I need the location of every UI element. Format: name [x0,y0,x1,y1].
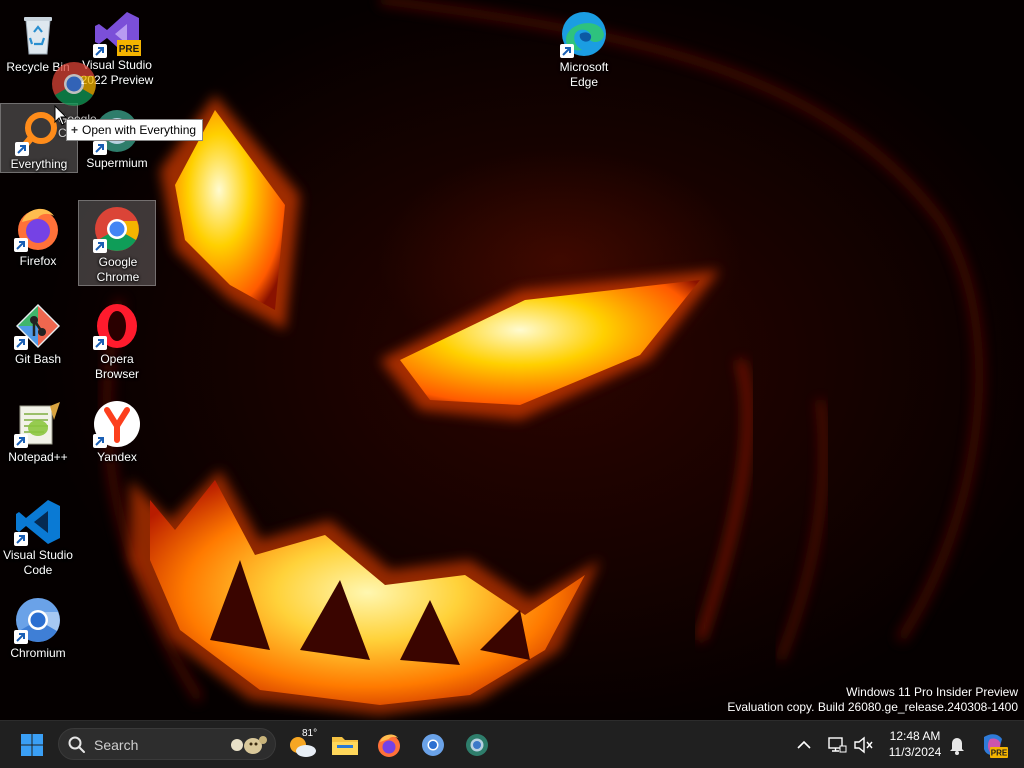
clock-time: 12:48 AM [889,729,941,743]
shortcut-arrow-icon [14,434,28,448]
shortcut-arrow-icon [15,142,29,156]
notepad-plus-plus-label: Notepad++ [8,450,68,464]
shortcut-arrow-icon [14,336,28,350]
shortcut-arrow-icon [93,141,107,155]
taskbar-search-box[interactable]: Search [58,728,276,760]
yandex-icon-cell[interactable]: Yandex [79,396,155,480]
right-eye [380,270,720,420]
search-highlight-halloween-icon [231,736,267,754]
supermium-icon [466,734,488,756]
pumpkin-mouth [130,470,600,715]
yandex-label: Yandex [97,450,137,464]
chromium-icon-cell[interactable]: Chromium [0,592,76,676]
search-icon [68,736,85,753]
shortcut-arrow-icon [93,239,107,253]
shortcut-arrow-icon [93,434,107,448]
visual-studio-code-label: Visual Studio Code [3,548,73,577]
taskbar-file-explorer[interactable] [327,727,363,763]
copilot-icon: PRE [984,734,1008,758]
taskbar-clock[interactable]: 12:48 AM 11/3/2024 [878,728,952,760]
shortcut-arrow-icon [14,532,28,546]
opera-browser-icon-cell[interactable]: Opera Browser [79,298,155,382]
opera-browser-label: Opera Browser [94,352,139,381]
firefox-label: Firefox [19,254,57,268]
weather-temperature: 81° [302,728,318,739]
tooltip-text: Open with Everything [82,123,197,137]
git-bash-icon-cell[interactable]: Git Bash [0,298,76,382]
watermark-line-2: Evaluation copy. Build 26080.ge_release.… [727,700,1018,714]
weather-widget-button[interactable]: 81° [284,727,320,763]
windows-logo-icon [21,734,43,756]
chevron-up-icon [797,740,811,749]
tooltip-plus-icon: + [71,123,79,137]
taskbar-supermium[interactable] [459,727,495,763]
notepad-plus-plus-icon-cell[interactable]: Notepad++ [0,396,76,480]
show-hidden-icons-button[interactable] [788,727,820,763]
taskbar-chromium[interactable] [415,727,451,763]
shortcut-arrow-icon [14,630,28,644]
drag-action-tooltip: + Open with Everything [66,119,204,141]
chromium-label: Chromium [10,646,66,660]
bell-icon [950,738,964,755]
microsoft-edge-label: Microsoft Edge [559,60,609,89]
start-button[interactable] [14,727,50,763]
file-explorer-folder-icon [332,737,358,755]
supermium-label: Supermium [86,156,148,170]
chromium-icon [422,734,444,756]
copilot-pre-badge: PRE [991,749,1008,758]
shortcut-arrow-icon [93,44,107,58]
windows-evaluation-watermark: Windows 11 Pro Insider Preview Evaluatio… [727,685,1018,715]
recycle-bin-icon [24,17,52,55]
everything-label: Everything [10,157,68,171]
watermark-line-1: Windows 11 Pro Insider Preview [846,685,1018,699]
google-chrome-label: Google Chrome [96,255,140,284]
shortcut-arrow-icon [14,238,28,252]
taskbar: Search 81° 12:48 AM 11/3/2024 PRE [0,720,1024,768]
firefox-icon-cell[interactable]: Firefox [0,200,76,284]
network-status-button[interactable] [822,727,850,763]
chrome-icon [52,62,96,106]
volume-button[interactable] [850,727,876,763]
visual-studio-code-icon-cell[interactable]: Visual Studio Code [0,494,76,578]
shortcut-arrow-icon [93,336,107,350]
copilot-button[interactable]: PRE [976,727,1010,763]
vs-pre-badge: PRE [119,44,140,55]
shortcut-arrow-icon [560,44,574,58]
search-placeholder: Search [94,737,139,753]
notifications-button[interactable] [946,727,968,763]
firefox-icon [378,734,400,757]
network-ethernet-icon [828,737,847,753]
git-bash-label: Git Bash [14,352,62,366]
google-chrome-icon-cell[interactable]: Google Chrome [78,200,156,286]
clock-date: 11/3/2024 [888,745,942,759]
microsoft-edge-icon-cell[interactable]: Microsoft Edge [546,6,622,90]
taskbar-firefox[interactable] [371,727,407,763]
speaker-muted-icon [854,736,873,754]
